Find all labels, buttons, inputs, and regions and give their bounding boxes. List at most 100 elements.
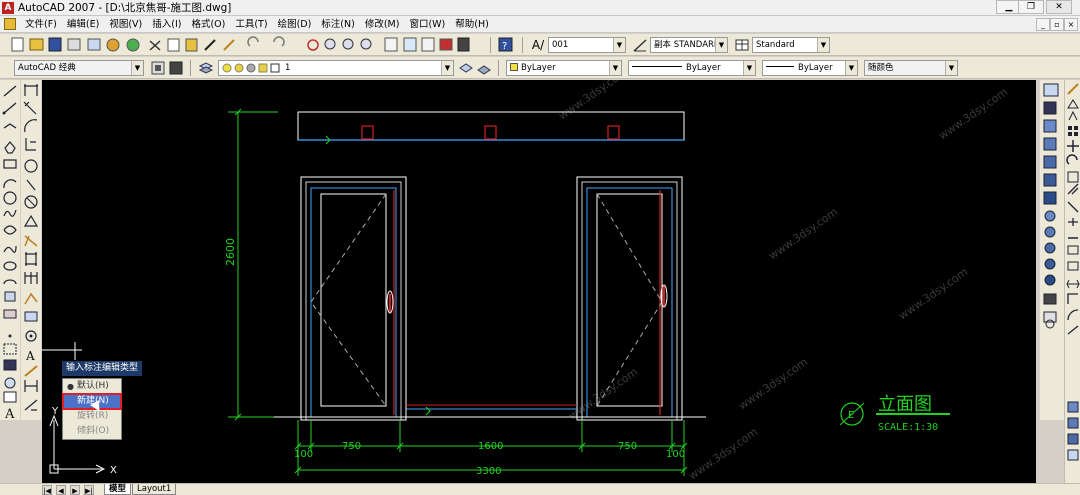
watermark-text: www.3dsy.com: [766, 205, 840, 262]
dim-labels: 100 750 1600 750 100 3300: [294, 441, 685, 477]
text-style-value: 001: [552, 40, 569, 50]
chevron-down-icon[interactable]: ▼: [609, 61, 621, 75]
text-style-icon[interactable]: A/: [530, 37, 546, 53]
tab-model[interactable]: 模型: [104, 484, 132, 495]
plotstyle-value: 随颜色: [868, 63, 894, 73]
ucs-y-label: Y: [51, 406, 59, 417]
workspace-save-icon[interactable]: [168, 60, 184, 76]
watermark-text: www.3dsy.com: [896, 265, 970, 322]
toolbar-separator: [522, 37, 523, 53]
layer-manager-icon[interactable]: [198, 60, 214, 76]
properties-toolbar: AutoCAD 经典 ▼ 1 ▼ ByLayer ▼ ByLayer ▼ ByL…: [0, 57, 1080, 79]
plotstyle-combo[interactable]: 随颜色 ▼: [864, 60, 958, 76]
layout-tab-bar: |◀ ◀ ▶ ▶| 模型 Layout1: [0, 483, 1080, 495]
chevron-down-icon[interactable]: ▼: [817, 38, 829, 52]
dimension-palette: A: [21, 80, 41, 420]
menu-file[interactable]: 文件(F): [20, 17, 62, 32]
autocad-window: A AutoCAD 2007 - [D:\北京焦哥-施工图.dwg] ▁ ❐ ✕…: [0, 0, 1080, 495]
doc-close-icon[interactable]: ×: [1064, 18, 1078, 31]
dim-style-value: 副本 STANDARI: [654, 40, 717, 50]
color-combo[interactable]: ByLayer ▼: [506, 60, 622, 76]
lineweight-combo[interactable]: ByLayer ▼: [762, 60, 858, 76]
view-title: 立面图: [878, 394, 932, 415]
menu-option-label: 倾斜(O): [77, 426, 110, 436]
chevron-down-icon[interactable]: ▼: [743, 61, 755, 75]
menu-dimension[interactable]: 标注(N): [316, 17, 360, 32]
title-bar: A AutoCAD 2007 - [D:\北京焦哥-施工图.dwg] ▁ ❐ ✕: [0, 0, 1080, 16]
view-scale: SCALE:1:30: [878, 422, 938, 433]
drawing-canvas[interactable]: www.3dsy.com www.3dsy.com www.3dsy.com w…: [42, 80, 1036, 483]
chevron-down-icon[interactable]: ▼: [715, 38, 727, 52]
chevron-down-icon[interactable]: ▼: [131, 61, 143, 75]
view-title-block: E 立面图 SCALE:1:30: [839, 394, 950, 433]
workspace-settings-icon[interactable]: [150, 60, 166, 76]
menu-option-rotate[interactable]: 旋转(R): [63, 409, 121, 424]
make-layer-current-icon[interactable]: [458, 60, 474, 76]
menu-edit[interactable]: 编辑(E): [62, 17, 104, 32]
menu-draw[interactable]: 绘图(D): [273, 17, 317, 32]
last-tab-icon[interactable]: ▶|: [84, 485, 94, 495]
menu-modify[interactable]: 修改(M): [360, 17, 405, 32]
crosshair-cursor: [42, 342, 82, 360]
standard-toolbar: ? A/ 001 ▼ 副本 STANDARI ▼ Standard ▼: [0, 34, 1080, 56]
lineweight-value: ByLayer: [798, 63, 833, 73]
document-icon[interactable]: [4, 18, 16, 30]
menu-format[interactable]: 格式(O): [186, 17, 230, 32]
svg-text:A: A: [25, 349, 35, 363]
chevron-down-icon[interactable]: ▼: [613, 38, 625, 52]
layer-previous-icon[interactable]: [476, 60, 492, 76]
menu-tools[interactable]: 工具(T): [230, 17, 272, 32]
dim-left-750: 750: [342, 441, 361, 452]
close-icon[interactable]: ✕: [1046, 0, 1072, 14]
chevron-down-icon[interactable]: ▼: [945, 61, 957, 75]
toolbar-separator: [490, 37, 491, 53]
doc-restore-icon[interactable]: ▫: [1050, 18, 1064, 31]
table-style-combo[interactable]: Standard ▼: [752, 37, 830, 53]
svg-text:?: ?: [502, 41, 507, 52]
next-tab-icon[interactable]: ▶: [70, 485, 80, 495]
height-dim-text: 2600: [224, 238, 237, 266]
prev-tab-icon[interactable]: ◀: [56, 485, 66, 495]
watermark-text: www.3dsy.com: [556, 80, 630, 122]
linetype-combo[interactable]: ByLayer ▼: [628, 60, 756, 76]
layer-combo[interactable]: 1 ▼: [218, 60, 454, 76]
linetype-value: ByLayer: [686, 63, 721, 73]
workspace-value: AutoCAD 经典: [18, 63, 76, 73]
menu-option-label: 旋转(R): [77, 411, 109, 421]
menu-insert[interactable]: 插入(I): [147, 17, 186, 32]
doc-minimize-icon[interactable]: _: [1036, 18, 1050, 31]
text-style-combo[interactable]: 001 ▼: [548, 37, 626, 53]
tab-layout1[interactable]: Layout1: [132, 484, 177, 495]
dim-style-combo[interactable]: 副本 STANDARI ▼: [650, 37, 728, 53]
workspace-combo[interactable]: AutoCAD 经典 ▼: [14, 60, 144, 76]
menu-option-label: 默认(H): [77, 381, 109, 391]
view-marker-letter: E: [848, 410, 854, 421]
menu-view[interactable]: 视图(V): [104, 17, 147, 32]
menu-bar: 文件(F) 编辑(E) 视图(V) 插入(I) 格式(O) 工具(T) 绘图(D…: [0, 16, 1080, 33]
selected-bullet-icon: ●: [67, 382, 74, 391]
chevron-down-icon[interactable]: ▼: [845, 61, 857, 75]
dim-left-100: 100: [294, 449, 313, 460]
menu-option-default[interactable]: ● 默认(H): [63, 379, 121, 394]
table-style-icon[interactable]: [734, 37, 750, 53]
toolbar-separator: [190, 60, 191, 76]
chevron-down-icon[interactable]: ▼: [441, 61, 453, 75]
vertical-scrollbar[interactable]: [1064, 80, 1080, 483]
menu-help[interactable]: 帮助(H): [450, 17, 494, 32]
dim-right-100: 100: [666, 449, 685, 460]
menu-option-oblique[interactable]: 倾斜(O): [63, 424, 121, 439]
toolbar-separator: [498, 60, 499, 76]
menu-items: 文件(F) 编辑(E) 视图(V) 插入(I) 格式(O) 工具(T) 绘图(D…: [20, 17, 494, 32]
dim-style-icon[interactable]: [632, 37, 648, 53]
elevation-drawing: www.3dsy.com www.3dsy.com www.3dsy.com w…: [42, 80, 1010, 482]
watermark-text: www.3dsy.com: [936, 85, 1010, 142]
dimedit-prompt: 输入标注编辑类型: [62, 361, 143, 376]
linetype-preview: [632, 66, 682, 67]
menu-window[interactable]: 窗口(W): [404, 17, 450, 32]
maximize-icon[interactable]: ❐: [1018, 0, 1044, 14]
first-tab-icon[interactable]: |◀: [42, 485, 52, 495]
color-value: ByLayer: [521, 63, 556, 73]
ucs-x-label: X: [110, 465, 117, 476]
draw-palette: A: [0, 80, 20, 422]
floor-line: [274, 135, 706, 418]
